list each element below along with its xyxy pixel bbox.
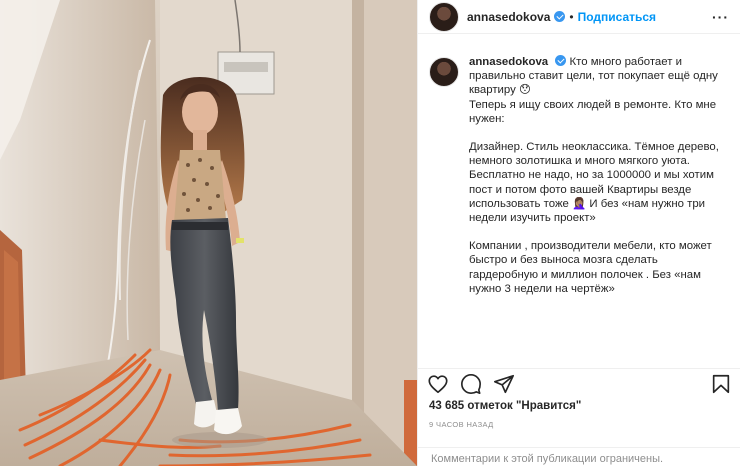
caption-avatar[interactable] bbox=[429, 57, 459, 87]
caption-text: annasedokova Кто много работает и правил… bbox=[469, 55, 727, 296]
author-avatar[interactable] bbox=[429, 1, 459, 32]
likes-count[interactable]: 43 685 отметок "Нравится" bbox=[429, 400, 581, 412]
follow-button[interactable]: Подписаться bbox=[578, 10, 656, 24]
author-username[interactable]: annasedokova bbox=[467, 10, 550, 24]
post-timestamp[interactable]: 9 ЧАСОВ НАЗАД bbox=[429, 420, 494, 429]
caption-username[interactable]: annasedokova bbox=[469, 56, 548, 68]
bookmark-icon[interactable] bbox=[710, 373, 732, 395]
verified-badge-icon bbox=[554, 11, 566, 22]
caption-paragraph-2: Дизайнер. Стиль неоклассика. Тёмное дере… bbox=[469, 141, 719, 225]
post-sidebar: annasedokova • Подписаться ··· annasedok… bbox=[417, 0, 740, 466]
comments-limited-notice: Комментарии к этой публикации ограничены… bbox=[418, 447, 740, 466]
header-separator: • bbox=[569, 9, 574, 24]
more-options-icon[interactable]: ··· bbox=[712, 10, 729, 24]
caption: annasedokova Кто много работает и правил… bbox=[429, 55, 727, 296]
post-header: annasedokova • Подписаться ··· bbox=[418, 0, 740, 34]
caption-area[interactable]: annasedokova Кто много работает и правил… bbox=[418, 55, 740, 367]
heart-icon[interactable] bbox=[427, 373, 449, 395]
post-photo[interactable] bbox=[0, 0, 417, 466]
caption-verified-badge-icon bbox=[555, 55, 567, 66]
caption-paragraph-3: Компании , производители мебели, кто мож… bbox=[469, 240, 712, 295]
instagram-post: annasedokova • Подписаться ··· annasedok… bbox=[0, 0, 740, 466]
post-photo-image bbox=[0, 0, 417, 466]
action-bar bbox=[418, 368, 740, 396]
comment-icon[interactable] bbox=[460, 373, 482, 395]
share-icon[interactable] bbox=[493, 373, 515, 395]
